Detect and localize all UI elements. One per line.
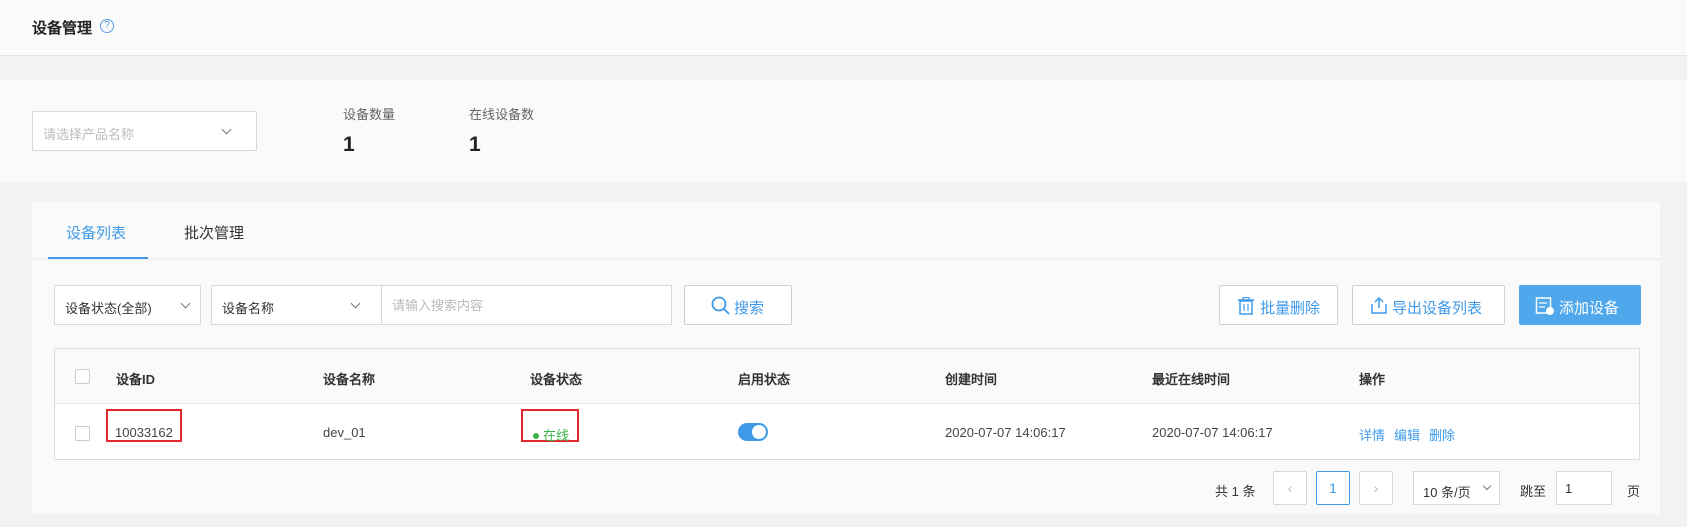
active-tab-indicator: [48, 257, 148, 259]
search-icon: [711, 296, 730, 315]
device-id-cell: 10033162: [115, 425, 173, 440]
online-count-label: 在线设备数: [469, 107, 535, 122]
product-select-placeholder: 请选择产品名称: [43, 127, 135, 142]
page-title: 设备管理: [32, 20, 93, 37]
search-button[interactable]: 搜索: [684, 285, 792, 325]
export-list-label: 导出设备列表: [1392, 300, 1483, 317]
chevron-down-icon: [1482, 481, 1492, 491]
device-count-label: 设备数量: [343, 107, 396, 122]
search-field-select[interactable]: 设备名称: [211, 285, 382, 325]
add-device-icon: [1535, 297, 1554, 315]
column-device-id: 设备ID: [116, 372, 156, 387]
status-text: 在线: [543, 428, 570, 443]
created-time-cell: 2020-07-07 14:06:17: [945, 425, 1066, 440]
column-enabled-status: 启用状态: [738, 372, 791, 387]
prev-page-button[interactable]: ‹: [1273, 471, 1307, 505]
tab-batch-management[interactable]: 批次管理: [184, 222, 244, 243]
last-online-time-cell: 2020-07-07 14:06:17: [1152, 425, 1273, 440]
column-operations: 操作: [1359, 372, 1386, 387]
enabled-toggle[interactable]: [738, 423, 768, 441]
toggle-knob: [752, 425, 766, 439]
device-table: 设备ID 设备名称 设备状态 启用状态 创建时间 最近在线时间 操作 10033…: [54, 348, 1640, 460]
column-created-time: 创建时间: [945, 372, 998, 387]
export-list-button[interactable]: 导出设备列表: [1352, 285, 1505, 325]
batch-delete-button[interactable]: 批量删除: [1219, 285, 1338, 325]
column-device-name: 设备名称: [323, 372, 376, 387]
add-device-button[interactable]: 添加设备: [1519, 285, 1641, 325]
next-page-button[interactable]: ›: [1359, 471, 1393, 505]
online-dot-icon: [533, 432, 539, 439]
column-device-status: 设备状态: [530, 372, 583, 387]
device-count-stat: 设备数量 1: [343, 104, 395, 157]
page-size-select[interactable]: 10 条/页: [1413, 471, 1500, 505]
page-number-button[interactable]: 1: [1316, 471, 1350, 505]
tabs-bar: 设备列表 批次管理: [32, 202, 1660, 260]
question-circle-icon[interactable]: ?: [100, 19, 114, 33]
device-name-cell: dev_01: [323, 425, 366, 440]
delete-link[interactable]: 删除: [1429, 425, 1455, 444]
edit-link[interactable]: 编辑: [1394, 425, 1420, 444]
tab-device-list[interactable]: 设备列表: [66, 222, 126, 243]
jump-page-input[interactable]: [1556, 471, 1612, 505]
status-badge: 在线: [533, 425, 569, 444]
trash-icon: [1238, 297, 1254, 315]
page-header: 设备管理 ?: [0, 0, 1687, 56]
search-button-label: 搜索: [734, 300, 765, 317]
export-icon: [1371, 297, 1387, 314]
device-count-value: 1: [343, 133, 355, 156]
status-filter-select[interactable]: 设备状态(全部): [54, 285, 201, 325]
product-select[interactable]: 请选择产品名称: [32, 111, 257, 151]
chevron-down-icon: [350, 298, 361, 309]
table-header: 设备ID 设备名称 设备状态 启用状态 创建时间 最近在线时间 操作: [55, 349, 1639, 404]
detail-link[interactable]: 详情: [1359, 425, 1385, 444]
chevron-down-icon: [221, 124, 232, 135]
stats-panel: 请选择产品名称 设备数量 1 在线设备数 1: [0, 80, 1687, 182]
row-checkbox[interactable]: [75, 426, 90, 441]
select-all-checkbox[interactable]: [75, 369, 90, 384]
jump-label: 跳至: [1520, 484, 1547, 499]
online-count-value: 1: [469, 133, 481, 156]
online-count-stat: 在线设备数 1: [469, 104, 534, 157]
column-last-online-time: 最近在线时间: [1152, 372, 1231, 387]
page-size-value: 10 条/页: [1423, 485, 1471, 500]
chevron-down-icon: [180, 298, 191, 309]
add-device-label: 添加设备: [1559, 300, 1620, 317]
search-input[interactable]: [382, 285, 672, 325]
batch-delete-label: 批量删除: [1260, 300, 1321, 317]
pagination-total: 共 1 条: [1215, 484, 1256, 499]
status-filter-value: 设备状态(全部): [65, 301, 152, 316]
page-unit-label: 页: [1627, 484, 1641, 499]
search-field-value: 设备名称: [222, 301, 275, 316]
device-list-card: 设备列表 批次管理 设备状态(全部) 设备名称 搜索 批量删除: [32, 202, 1660, 514]
